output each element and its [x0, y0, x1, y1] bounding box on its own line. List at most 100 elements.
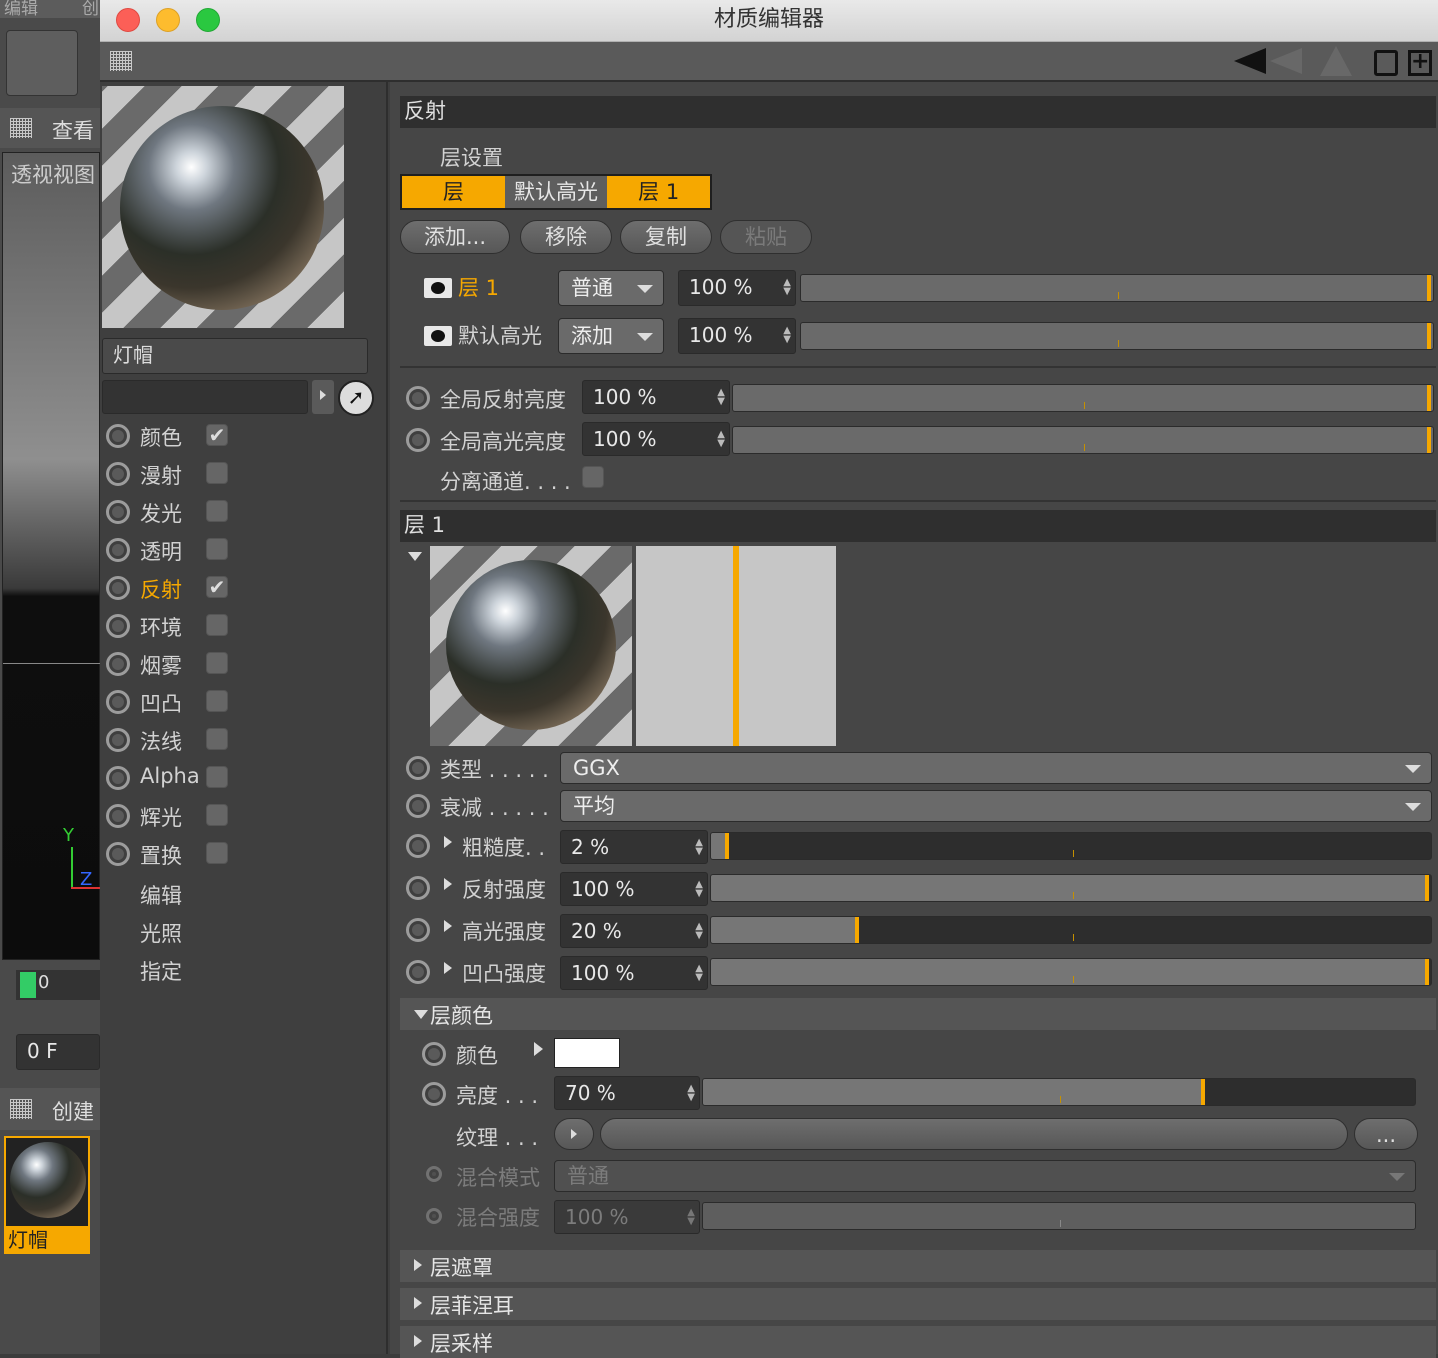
param-field[interactable]: 100 % ▲ ▼: [560, 956, 708, 990]
zoom-button[interactable]: [196, 8, 220, 32]
channel-label[interactable]: 透明: [140, 536, 182, 566]
add-button[interactable]: 添加...: [400, 220, 510, 254]
extra-item[interactable]: 光照: [140, 918, 182, 948]
layer1-collapse-icon[interactable]: [408, 552, 422, 561]
blend-strength-slider[interactable]: [702, 1202, 1416, 1230]
brightness-slider[interactable]: [702, 1078, 1416, 1106]
param-expand-icon[interactable]: [444, 878, 452, 890]
channel-anim-radio[interactable]: [106, 538, 130, 562]
bg-create-label[interactable]: 创建: [52, 1096, 94, 1126]
param-slider[interactable]: [710, 958, 1432, 986]
grid-icon[interactable]: [10, 1099, 32, 1119]
minimize-button[interactable]: [156, 8, 180, 32]
bg-tool-icon[interactable]: [6, 30, 78, 96]
tab-layer-1[interactable]: 层 1: [607, 176, 711, 208]
channel-anim-radio[interactable]: [106, 766, 130, 790]
blend-strength-anim-radio[interactable]: [426, 1208, 442, 1224]
channel-expand-button[interactable]: [312, 380, 334, 414]
global-spec-anim-radio[interactable]: [406, 428, 430, 452]
channel-checkbox[interactable]: [206, 538, 228, 560]
paste-button[interactable]: 粘贴: [720, 220, 812, 254]
channel-label[interactable]: 凹凸: [140, 688, 182, 718]
default-spec-value-field[interactable]: 100 % ▲ ▼: [678, 318, 796, 354]
channel-checkbox[interactable]: [206, 690, 228, 712]
texture-expand-button[interactable]: [554, 1118, 594, 1150]
layer1-slider[interactable]: [800, 274, 1434, 302]
channel-anim-radio[interactable]: [106, 500, 130, 524]
channel-label[interactable]: 法线: [140, 726, 182, 756]
global-reflect-anim-radio[interactable]: [406, 386, 430, 410]
channel-checkbox[interactable]: ✔: [206, 424, 228, 446]
close-button[interactable]: [116, 8, 140, 32]
param-anim-radio[interactable]: [406, 918, 430, 942]
color-anim-radio[interactable]: [422, 1042, 446, 1066]
default-spec-visibility-icon[interactable]: [424, 326, 452, 346]
param-anim-radio[interactable]: [406, 834, 430, 858]
texture-more-button[interactable]: ...: [1354, 1118, 1418, 1150]
channel-label[interactable]: 环境: [140, 612, 182, 642]
material-preview[interactable]: [102, 86, 344, 328]
channel-label[interactable]: 反射: [140, 574, 182, 604]
channel-anim-radio[interactable]: [106, 462, 130, 486]
collapsed-section-header[interactable]: 层采样: [400, 1326, 1436, 1358]
param-field[interactable]: 20 % ▲ ▼: [560, 914, 708, 948]
channel-anim-radio[interactable]: [106, 652, 130, 676]
new-panel-icon[interactable]: +: [1408, 50, 1432, 76]
brightness-anim-radio[interactable]: [422, 1082, 446, 1106]
frame-field[interactable]: 0 F: [16, 1034, 100, 1070]
param-slider[interactable]: [710, 874, 1432, 902]
collapsed-section-header[interactable]: 层菲涅耳: [400, 1288, 1436, 1320]
param-anim-radio[interactable]: [406, 960, 430, 984]
channel-label[interactable]: 颜色: [140, 422, 182, 452]
param-anim-radio[interactable]: [406, 876, 430, 900]
channel-label[interactable]: 发光: [140, 498, 182, 528]
channel-anim-radio[interactable]: [106, 804, 130, 828]
blend-strength-field[interactable]: 100 % ▲ ▼: [554, 1200, 700, 1234]
extra-item[interactable]: 编辑: [140, 880, 182, 910]
channel-checkbox[interactable]: [206, 728, 228, 750]
channel-anim-radio[interactable]: [106, 842, 130, 866]
cursor-pick-icon[interactable]: ➚: [338, 380, 374, 416]
layer-color-header[interactable]: 层颜色: [400, 998, 1436, 1030]
forward-arrow-icon[interactable]: [1270, 48, 1302, 74]
bg-material-thumb[interactable]: 灯帽: [4, 1136, 90, 1254]
global-spec-slider[interactable]: [732, 426, 1434, 454]
channel-checkbox[interactable]: [206, 652, 228, 674]
type-dropdown[interactable]: GGX: [560, 752, 1432, 784]
channel-checkbox[interactable]: [206, 804, 228, 826]
grid-icon[interactable]: [10, 118, 32, 138]
texture-slot[interactable]: [600, 1118, 1348, 1150]
channel-checkbox[interactable]: [206, 842, 228, 864]
default-spec-slider[interactable]: [800, 322, 1434, 350]
param-expand-icon[interactable]: [444, 836, 452, 848]
layer1-preview[interactable]: [430, 546, 632, 746]
up-arrow-icon[interactable]: [1320, 46, 1352, 76]
lock-icon[interactable]: [1374, 50, 1398, 76]
color-expand-icon[interactable]: [534, 1042, 543, 1056]
param-expand-icon[interactable]: [444, 920, 452, 932]
channel-label[interactable]: 烟雾: [140, 650, 182, 680]
layer1-mode-dropdown[interactable]: 普通: [558, 270, 664, 306]
collapsed-section-header[interactable]: 层遮罩: [400, 1250, 1436, 1282]
layer1-visibility-icon[interactable]: [424, 278, 452, 298]
param-field[interactable]: 100 % ▲ ▼: [560, 872, 708, 906]
global-reflect-slider[interactable]: [732, 384, 1434, 412]
tab-layer[interactable]: 层: [402, 176, 505, 208]
channel-label[interactable]: 漫射: [140, 460, 182, 490]
channel-checkbox[interactable]: [206, 766, 228, 788]
color-swatch[interactable]: [554, 1038, 620, 1068]
bg-view-label[interactable]: 查看: [52, 115, 94, 145]
bg-menu-create[interactable]: 创: [82, 0, 99, 18]
channel-checkbox[interactable]: [206, 614, 228, 636]
back-arrow-icon[interactable]: [1234, 48, 1266, 74]
layer1-name[interactable]: 层 1: [458, 272, 499, 302]
copy-button[interactable]: 复制: [620, 220, 712, 254]
separate-channels-checkbox[interactable]: [582, 466, 604, 488]
tab-default-specular[interactable]: 默认高光: [504, 176, 608, 208]
param-slider[interactable]: [710, 832, 1432, 860]
channel-checkbox[interactable]: [206, 500, 228, 522]
channel-anim-radio[interactable]: [106, 614, 130, 638]
extra-item[interactable]: 指定: [140, 956, 182, 986]
timeline[interactable]: 0: [16, 970, 100, 1000]
attenuation-anim-radio[interactable]: [406, 794, 430, 818]
